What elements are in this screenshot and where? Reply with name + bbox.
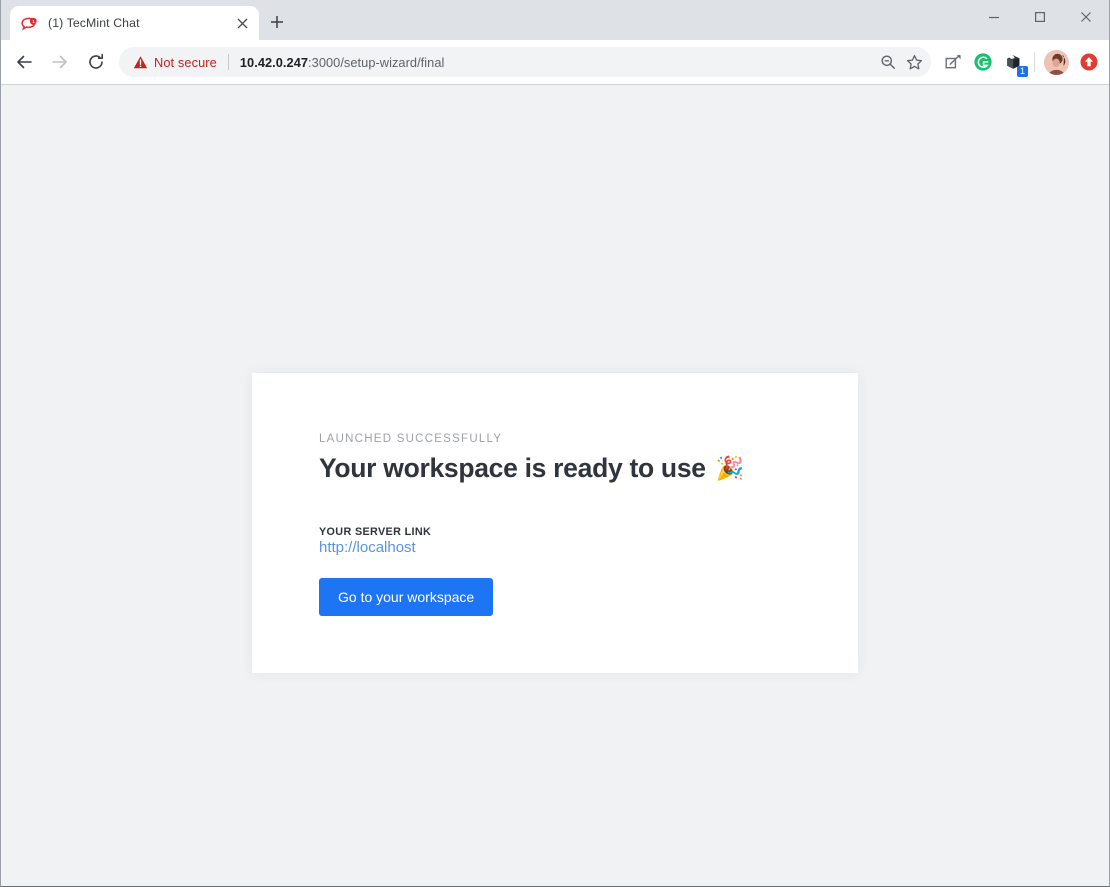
security-label: Not secure (154, 54, 217, 70)
minimize-button[interactable] (971, 0, 1017, 34)
server-link[interactable]: http://localhost (319, 539, 416, 556)
back-button[interactable] (9, 47, 39, 77)
window-controls (971, 0, 1109, 34)
zoom-out-icon[interactable] (875, 49, 901, 75)
page-title: Your workspace is ready to use 🎉 (319, 453, 858, 484)
window-close-button[interactable] (1063, 0, 1109, 34)
tab-close-icon[interactable] (234, 15, 251, 32)
url-path: :3000/setup-wizard/final (308, 54, 445, 70)
url-host: 10.42.0.247 (239, 54, 309, 70)
rocketchat-favicon: 1 (21, 15, 38, 32)
tab-strip: 1 (1) TecMint Chat (1, 0, 1109, 40)
card-content: LAUNCHED SUCCESSFULLY Your workspace is … (252, 373, 858, 616)
tab-title: (1) TecMint Chat (48, 16, 140, 30)
url-text: 10.42.0.247:3000/setup-wizard/final (240, 55, 875, 70)
star-icon[interactable] (901, 49, 927, 75)
maximize-button[interactable] (1017, 0, 1063, 34)
forward-button (45, 47, 75, 77)
server-link-label: YOUR SERVER LINK (319, 526, 432, 538)
browser-window: 1 (1) TecMint Chat Not secure 10.42.0.24… (0, 0, 1110, 887)
grammarly-icon[interactable] (969, 48, 997, 76)
cta-row: Go to your workspace (319, 557, 858, 616)
share-edit-icon[interactable] (939, 48, 967, 76)
go-to-workspace-button[interactable]: Go to your workspace (319, 578, 494, 616)
page-viewport: LAUNCHED SUCCESSFULLY Your workspace is … (1, 84, 1109, 886)
warning-triangle-icon (133, 55, 148, 70)
omnibox-divider (227, 54, 229, 70)
toolbar-divider (1034, 52, 1035, 72)
party-popper-icon: 🎉 (715, 456, 745, 482)
address-bar[interactable]: Not secure 10.42.0.247:3000/setup-wizard… (119, 47, 931, 77)
omnibox-actions (875, 49, 927, 75)
update-available-icon[interactable] (1075, 48, 1103, 76)
extension-badge-count: 1 (1017, 66, 1028, 77)
security-indicator[interactable]: Not secure (133, 55, 217, 70)
page-title-text: Your workspace is ready to use (319, 453, 706, 483)
reload-button[interactable] (81, 47, 111, 77)
avatar[interactable] (1044, 49, 1069, 75)
browser-toolbar: Not secure 10.42.0.247:3000/setup-wizard… (1, 40, 1109, 84)
eyebrow-text: LAUNCHED SUCCESSFULLY (319, 433, 503, 445)
extension-box-icon[interactable]: 1 (999, 48, 1028, 77)
setup-wizard-final-card: LAUNCHED SUCCESSFULLY Your workspace is … (252, 373, 858, 673)
browser-tab[interactable]: 1 (1) TecMint Chat (10, 6, 259, 40)
new-tab-button[interactable] (263, 8, 291, 36)
